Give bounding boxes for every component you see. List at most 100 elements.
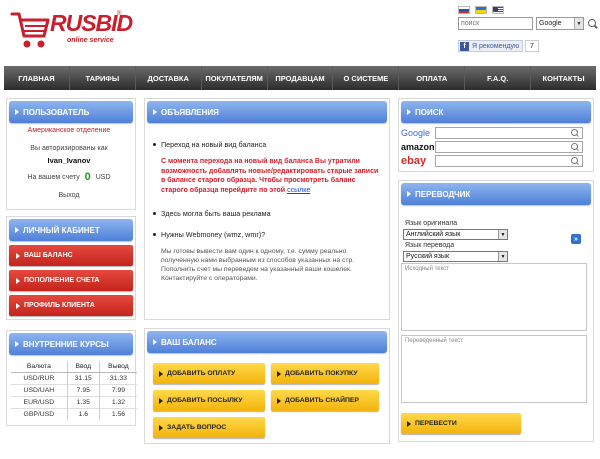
chevron-down-icon: ▼ bbox=[498, 230, 507, 239]
facebook-like-button[interactable]: f Я рекомендую bbox=[458, 40, 524, 52]
client-profile-label: ПРОФИЛЬ КЛИЕНТА bbox=[24, 302, 95, 309]
nav-sellers[interactable]: ПРОДАВЦАМ bbox=[268, 66, 334, 90]
translated-text-area[interactable]: Переведенный текст bbox=[401, 335, 587, 403]
announcement-text: Нужны Webmoney (wmz, wmr)? bbox=[161, 230, 266, 239]
facebook-like-label: Я рекомендую bbox=[472, 42, 520, 50]
rate-in: 1.35 bbox=[66, 396, 100, 409]
main-nav: ГЛАВНАЯ ТАРИФЫ ДОСТАВКА ПОКУПАТЕЛЯМ ПРОД… bbox=[4, 66, 596, 90]
nav-payment[interactable]: ОПЛАТА bbox=[399, 66, 466, 90]
announcement-item: Здесь могла быть ваша реклама bbox=[153, 209, 271, 218]
add-purchase-button[interactable]: ДОБАВИТЬ ПОКУПКУ bbox=[271, 363, 379, 384]
arrow-right-icon bbox=[16, 252, 20, 259]
table-row: USD/UAH 7.95 7.99 bbox=[11, 384, 137, 397]
arrow-right-icon bbox=[159, 424, 163, 431]
ask-question-button[interactable]: ЗАДАТЬ ВОПРОС bbox=[153, 417, 265, 438]
header-search: Google ▼ bbox=[458, 17, 598, 30]
table-row: USD/RUR 31.15 31.33 bbox=[11, 372, 137, 385]
bullet-icon bbox=[153, 233, 156, 236]
rate-in: 31.15 bbox=[66, 372, 100, 385]
rate-out: 7.99 bbox=[98, 384, 137, 397]
arrow-right-icon bbox=[277, 370, 281, 377]
nav-about[interactable]: О СИСТЕМЕ bbox=[333, 66, 400, 90]
facebook-icon: f bbox=[460, 41, 469, 51]
cabinet-header: ЛИЧНЫЙ КАБИНЕТ bbox=[9, 219, 133, 241]
chevron-down-icon: ▼ bbox=[498, 252, 507, 261]
google-search-input[interactable] bbox=[435, 127, 583, 139]
add-payment-button[interactable]: ДОБАВИТЬ ОПЛАТУ bbox=[153, 363, 265, 384]
amazon-logo: amazon bbox=[401, 142, 435, 152]
nav-buyers[interactable]: ПОКУПАТЕЛЯМ bbox=[202, 66, 268, 90]
arrow-right-icon bbox=[15, 227, 19, 233]
nav-tariffs[interactable]: ТАРИФЫ bbox=[70, 66, 136, 90]
balance-panel-header: ВАШ БАЛАНС bbox=[147, 331, 387, 353]
rate-pair: EUR/USD bbox=[11, 396, 68, 409]
rates-panel: ВНУТРЕННИЕ КУРСЫ Валюта Ввод Вывод USD/R… bbox=[6, 330, 137, 426]
nav-home[interactable]: ГЛАВНАЯ bbox=[4, 66, 70, 90]
announcement-item: Нужны Webmoney (wmz, wmr)? bbox=[153, 230, 265, 239]
arrow-right-icon bbox=[159, 370, 163, 377]
target-language-select[interactable]: Русский язык ▼ bbox=[403, 251, 508, 262]
your-balance-button[interactable]: ВАШ БАЛАНС bbox=[9, 245, 133, 266]
add-sniper-button[interactable]: ДОБАВИТЬ СНАЙПЕР bbox=[271, 390, 379, 411]
search-icon[interactable] bbox=[571, 129, 579, 137]
translator-panel: ПЕРЕВОДЧИК Язык оригинала Английский язы… bbox=[398, 180, 594, 442]
translate-button[interactable]: ПЕРЕВЕСТИ bbox=[401, 413, 521, 434]
rates-col-in: Ввод bbox=[66, 361, 100, 373]
balance-panel: ВАШ БАЛАНС ДОБАВИТЬ ОПЛАТУ ДОБАВИТЬ ПОКУ… bbox=[144, 328, 390, 444]
account-balance: На вашем счету 0 USD bbox=[7, 171, 131, 183]
search-engine-select[interactable]: Google ▼ bbox=[536, 17, 584, 30]
arrow-right-icon bbox=[15, 109, 19, 115]
add-purchase-label: ДОБАВИТЬ ПОКУПКУ bbox=[285, 370, 358, 377]
ebay-search-input[interactable] bbox=[435, 155, 583, 167]
user-panel: ПОЛЬЗОВАТЕЛЬ Американское отделение Вы а… bbox=[6, 98, 136, 210]
logo-tagline: online service bbox=[67, 37, 114, 44]
announcements-header: ОБЪЯВЛЕНИЯ bbox=[147, 101, 387, 123]
table-row: EUR/USD 1.35 1.32 bbox=[11, 396, 137, 409]
search-icon[interactable] bbox=[571, 143, 579, 151]
google-logo: Google bbox=[401, 128, 431, 138]
announcement-text: Здесь могла быть ваша реклама bbox=[161, 209, 271, 218]
flag-ua-icon[interactable] bbox=[475, 6, 487, 14]
bullet-icon bbox=[153, 143, 156, 146]
arrow-right-icon bbox=[153, 339, 157, 345]
nav-contacts[interactable]: КОНТАКТЫ bbox=[531, 66, 596, 90]
shopping-cart-icon bbox=[10, 12, 50, 48]
target-language-value: Русский язык bbox=[406, 253, 450, 260]
balance-currency: USD bbox=[95, 174, 111, 181]
source-language-select[interactable]: Английский язык ▼ bbox=[403, 229, 508, 240]
add-sniper-label: ДОБАВИТЬ СНАЙПЕР bbox=[285, 397, 359, 404]
search-panel-title: ПОИСК bbox=[415, 107, 444, 117]
client-profile-button[interactable]: ПРОФИЛЬ КЛИЕНТА bbox=[9, 295, 133, 316]
top-up-account-button[interactable]: ПОПОЛНЕНИЕ СЧЕТА bbox=[9, 270, 133, 291]
language-flags bbox=[458, 6, 504, 14]
arrow-right-icon bbox=[277, 397, 281, 404]
flag-us-icon[interactable] bbox=[492, 6, 504, 14]
source-text-area[interactable]: Исходный текст bbox=[401, 263, 587, 331]
search-input[interactable] bbox=[458, 17, 533, 30]
amazon-search-input[interactable] bbox=[435, 141, 583, 153]
bullet-icon bbox=[153, 212, 156, 215]
nav-delivery[interactable]: ДОСТАВКА bbox=[136, 66, 202, 90]
balance-label: На вашем счету bbox=[27, 174, 80, 181]
logo[interactable]: RUSBID ® online service bbox=[10, 6, 133, 52]
search-engine-value: Google bbox=[539, 20, 562, 27]
old-balance-link[interactable]: ссылке bbox=[287, 187, 310, 194]
swap-languages-icon[interactable]: » bbox=[571, 234, 581, 244]
search-icon[interactable] bbox=[588, 18, 598, 29]
announcement-item: Переход на новый вид баланса bbox=[153, 140, 266, 149]
target-language-label: Язык перевода bbox=[405, 242, 455, 249]
add-parcel-button[interactable]: ДОБАВИТЬ ПОСЫЛКУ bbox=[153, 390, 265, 411]
flag-ru-icon[interactable] bbox=[458, 6, 470, 14]
username: Ivan_Ivanov bbox=[47, 156, 91, 165]
logout-link[interactable]: Выход bbox=[7, 192, 131, 199]
nav-faq[interactable]: F.A.Q. bbox=[465, 66, 532, 90]
add-parcel-label: ДОБАВИТЬ ПОСЫЛКУ bbox=[167, 397, 243, 404]
translated-text-placeholder: Переведенный текст bbox=[405, 338, 463, 344]
translator-title: ПЕРЕВОДЧИК bbox=[415, 189, 471, 199]
translate-label: ПЕРЕВЕСТИ bbox=[415, 420, 457, 427]
arrow-right-icon bbox=[15, 341, 19, 347]
user-panel-title: ПОЛЬЗОВАТЕЛЬ bbox=[23, 107, 90, 117]
arrow-right-icon bbox=[153, 109, 157, 115]
search-icon[interactable] bbox=[571, 157, 579, 165]
translator-header: ПЕРЕВОДЧИК bbox=[401, 183, 591, 205]
